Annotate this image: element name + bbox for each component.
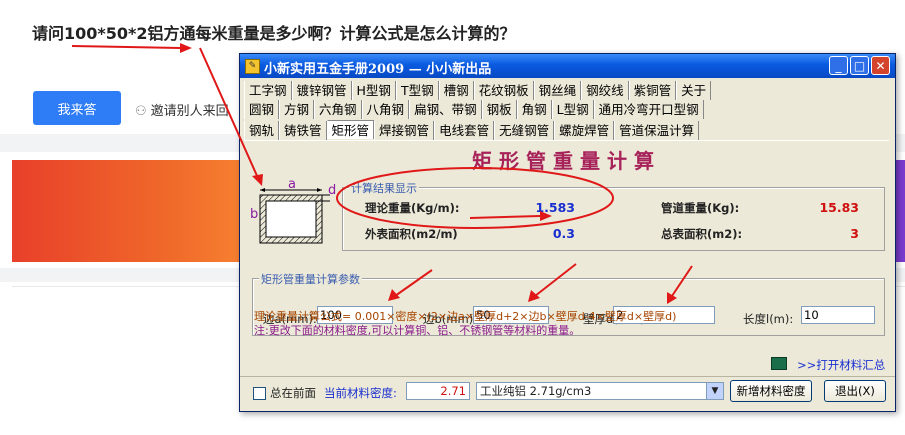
materials-icon[interactable] — [771, 357, 787, 370]
pipe-weight-value: 15.83 — [819, 200, 859, 215]
pointer-arrow — [71, 45, 181, 49]
hardware-handbook-window: ✎ 小新实用五金手册2009 — 小小新出品 _ □ ✕ 工字钢 镀锌钢管 H型钢 T… — [239, 53, 896, 412]
material-select-value: 工业纯铝 2.71g/cm3 — [480, 384, 592, 398]
outer-area-label: 外表面积(m2/m) — [365, 227, 458, 241]
maximize-icon[interactable]: □ — [850, 56, 869, 75]
tab-galvanized-pipe[interactable]: 镀锌钢管 — [291, 81, 352, 100]
tab-strand[interactable]: 钢绞线 — [581, 81, 629, 100]
tab-welded-pipe[interactable]: 焊接钢管 — [374, 121, 435, 140]
answer-button[interactable]: 我来答 — [33, 91, 121, 125]
density-note: 注:更改下面的材料密度,可以计算铜、铝、不锈钢管等材料的重量。 — [254, 324, 581, 337]
tab-row-3: 钢轨 铸铁管 矩形管 焊接钢管 电线套管 无缝钢管 螺旋焊管 管道保温计算 — [244, 120, 891, 140]
result-group: 计算结果显示 理论重量(Kg/m): 1.583 管道重量(Kg): 15.83… — [342, 180, 885, 251]
tab-insulation-calc[interactable]: 管道保温计算 — [614, 121, 700, 140]
tab-l-steel[interactable]: L型钢 — [551, 100, 594, 119]
tab-t-beam[interactable]: T型钢 — [395, 81, 439, 100]
bottom-bar: 总在前面 当前材料密度: 工业纯铝 2.71g/cm3 ▼ 新增材料密度 退出(… — [240, 376, 895, 411]
tab-checker-plate[interactable]: 花纹钢板 — [473, 81, 534, 100]
always-on-top-label[interactable]: 总在前面 — [270, 385, 316, 401]
tab-angle-steel[interactable]: 角钢 — [516, 100, 552, 119]
tab-row-1: 工字钢 镀锌钢管 H型钢 T型钢 槽钢 花纹钢板 钢丝绳 钢绞线 紫铜管 关于 — [244, 81, 891, 101]
param-group-legend: 矩形管重量计算参数 — [259, 271, 362, 287]
tab-wire-rope[interactable]: 钢丝绳 — [533, 81, 582, 100]
invite-link[interactable]: ⚇ 邀请别人来回 — [135, 100, 229, 119]
tab-rail[interactable]: 钢轨 — [244, 121, 280, 140]
tab-copper-tube[interactable]: 紫铜管 — [628, 81, 677, 100]
length-input[interactable] — [801, 306, 875, 324]
rect-tube-panel: 矩形管重量计算 a b d 计算结果显示 理论重量(Kg/m): 1.583 管… — [244, 140, 889, 406]
open-materials-link[interactable]: >>打开材料汇总 — [797, 357, 885, 373]
diagram-label-a: a — [288, 177, 296, 192]
material-select[interactable]: 工业纯铝 2.71g/cm3 ▼ — [476, 382, 724, 400]
always-on-top-checkbox[interactable] — [253, 387, 266, 400]
calc-title: 矩形管重量计算 — [472, 149, 661, 173]
diagram-label-b: b — [250, 207, 259, 222]
question-title: 请问100*50*2铝方通每米重量是多少啊？计算公式是怎么计算的？ — [32, 24, 516, 43]
pipe-weight-label: 管道重量(Kg): — [661, 201, 740, 215]
tab-flat-steel[interactable]: 扁钢、带钢 — [409, 100, 482, 119]
tab-round-steel[interactable]: 圆钢 — [244, 100, 280, 119]
diagram-label-d: d — [328, 183, 337, 198]
length-label: 长度l(m): — [743, 312, 794, 326]
tab-seamless-pipe[interactable]: 无缝钢管 — [494, 121, 555, 140]
result-group-legend: 计算结果显示 — [349, 180, 419, 196]
tab-conduit[interactable]: 电线套管 — [434, 121, 495, 140]
tab-channel-steel[interactable]: 槽钢 — [438, 81, 474, 100]
window-title: 小新实用五金手册2009 — 小小新出品 — [264, 62, 492, 77]
add-density-button[interactable]: 新增材料密度 — [730, 380, 812, 402]
person-icon: ⚇ — [135, 104, 147, 119]
density-input[interactable] — [406, 382, 470, 400]
tab-square-steel[interactable]: 方钢 — [279, 100, 315, 119]
title-bar[interactable]: ✎ 小新实用五金手册2009 — 小小新出品 _ □ ✕ — [240, 54, 895, 78]
cross-section-diagram: a b d — [250, 177, 337, 251]
arrowhead — [180, 43, 192, 53]
total-area-label: 总表面积(m2): — [661, 227, 743, 241]
tab-h-beam[interactable]: H型钢 — [351, 81, 396, 100]
tab-row-2: 圆钢 方钢 六角钢 八角钢 扁钢、带钢 钢板 角钢 L型钢 通用冷弯开口型钢 — [244, 100, 891, 120]
exit-button[interactable]: 退出(X) — [824, 380, 886, 402]
chevron-down-icon[interactable]: ▼ — [706, 383, 723, 399]
outer-area-value: 0.3 — [552, 226, 575, 241]
total-area-value: 3 — [850, 226, 859, 241]
minimize-icon[interactable]: _ — [829, 56, 848, 75]
invite-label: 邀请别人来回 — [150, 104, 229, 119]
tab-cold-formed-steel[interactable]: 通用冷弯开口型钢 — [593, 100, 704, 119]
tab-i-beam[interactable]: 工字钢 — [244, 81, 292, 100]
close-icon[interactable]: ✕ — [871, 56, 890, 75]
tab-steel-plate[interactable]: 钢板 — [481, 100, 517, 119]
tab-octagon-steel[interactable]: 八角钢 — [361, 100, 410, 119]
density-label: 当前材料密度: — [324, 386, 397, 400]
theory-weight-label: 理论重量(Kg/m): — [365, 201, 460, 215]
tab-cast-iron-pipe[interactable]: 铸铁管 — [279, 121, 327, 140]
tab-about[interactable]: 关于 — [676, 81, 712, 100]
tab-hex-steel[interactable]: 六角钢 — [314, 100, 362, 119]
tab-rectangular-tube[interactable]: 矩形管 — [326, 120, 375, 139]
tab-spiral-pipe[interactable]: 螺旋焊管 — [554, 121, 615, 140]
theory-weight-value: 1.583 — [535, 200, 575, 215]
app-icon: ✎ — [245, 59, 260, 74]
